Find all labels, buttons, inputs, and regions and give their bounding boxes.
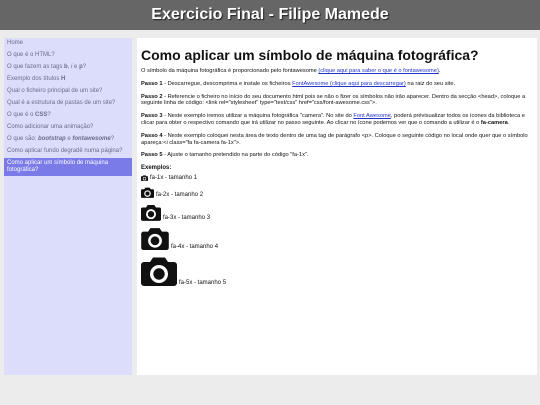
step-1-text-end: na raiz do seu site. (405, 80, 456, 87)
sidebar-item-main-file[interactable]: Qual o ficheiro principal de um site? (4, 86, 132, 98)
fontawesome-download-link[interactable]: FontAwesome (clique aqui para descarrega… (292, 81, 406, 87)
site-title: Exercicio Final - Filipe Mamede (151, 6, 389, 23)
step-1-text: - Descarregue, descomprima e instale os … (162, 80, 293, 87)
sidebar-item-animation[interactable]: Como adicionar uma animação? (4, 122, 132, 134)
intro-paragraph: O símbolo da máquina fotográfica é propo… (141, 68, 441, 74)
example-label: fa-1x - tamanho 1 (150, 175, 198, 182)
example-fa-3x: fa-3x - tamanho 3 (141, 204, 533, 221)
step-3-label: Passo 3 (141, 113, 163, 120)
step-1-label: Passo 1 (141, 80, 163, 87)
step-3-text: - Neste exemplo iremos utilizar a máquin… (162, 113, 354, 120)
step-2: Passo 2 - Referencie o ficheiro no iníci… (141, 94, 533, 108)
sidebar-nav: Home O que é o HTML? O que fazem as tags… (4, 38, 132, 375)
example-label: fa-2x - tamanho 2 (156, 192, 204, 199)
page-header: Exercicio Final - Filipe Mamede (0, 0, 540, 30)
step-3-command: fa-camera (480, 119, 508, 126)
sidebar-item-home[interactable]: Home (4, 38, 132, 50)
font-awesome-site-link[interactable]: Font Awesome (353, 113, 391, 119)
step-4: Passo 4 - Neste exemplo coloquei nesta á… (141, 133, 533, 147)
example-fa-2x: fa-2x - tamanho 2 (141, 187, 533, 198)
sidebar-item-titles[interactable]: Exemplo dos títulos H (4, 74, 132, 86)
step-5-label: Passo 5 (141, 152, 163, 159)
example-fa-4x: fa-4x - tamanho 4 (141, 227, 533, 251)
example-fa-1x: fa-1x - tamanho 1 (141, 175, 533, 181)
page-title: Como aplicar um símbolo de máquina fotog… (141, 47, 479, 63)
sidebar-item-css[interactable]: O que é o CSS? (4, 110, 132, 122)
example-fa-5x: fa-5x - tamanho 5 (141, 256, 533, 287)
fontawesome-info-link[interactable]: (clique aqui para saber o que é o fontaw… (318, 68, 438, 74)
camera-icon (141, 175, 148, 182)
example-label: fa-4x - tamanho 4 (171, 244, 219, 251)
step-2-text: - Referencie o ficheiro no início do seu… (141, 93, 526, 107)
example-label: fa-5x - tamanho 5 (179, 280, 227, 287)
step-5: Passo 5 - Ajuste o tamanho pretendido na… (141, 152, 533, 159)
example-label: fa-3x - tamanho 3 (163, 215, 211, 222)
step-4-label: Passo 4 (141, 132, 163, 139)
sidebar-item-gradient[interactable]: Como aplicar fundo degradê numa página? (4, 146, 132, 158)
step-4-text: - Neste exemplo coloquei nesta área de t… (141, 132, 528, 146)
camera-icon (141, 227, 169, 251)
intro-text: O símbolo da máquina fotográfica é propo… (141, 68, 317, 74)
main-content: Como aplicar um símbolo de máquina fotog… (137, 38, 537, 375)
step-3: Passo 3 - Neste exemplo iremos utilizar … (141, 113, 525, 126)
camera-icon (141, 187, 154, 199)
step-5-text: - Ajuste o tamanho pretendido na parte d… (162, 152, 309, 159)
sidebar-item-html[interactable]: O que é o HTML? (4, 50, 132, 62)
sidebar-item-tags[interactable]: O que fazem as tags b, i e p? (4, 62, 132, 74)
examples-title: Exemplos: (141, 165, 172, 172)
sidebar-item-folders[interactable]: Qual é a estrutura de pastas de um site? (4, 98, 132, 110)
sidebar-item-bootstrap[interactable]: O que são: bootstrap e fontawesome? (4, 134, 132, 146)
camera-icon (141, 204, 161, 222)
step-1: Passo 1 - Descarregue, descomprima e ins… (141, 81, 533, 88)
sidebar-item-camera[interactable]: Como aplicar um símbolo de máquina fotog… (4, 158, 132, 176)
step-2-label: Passo 2 (141, 93, 163, 100)
camera-icon (141, 256, 177, 287)
